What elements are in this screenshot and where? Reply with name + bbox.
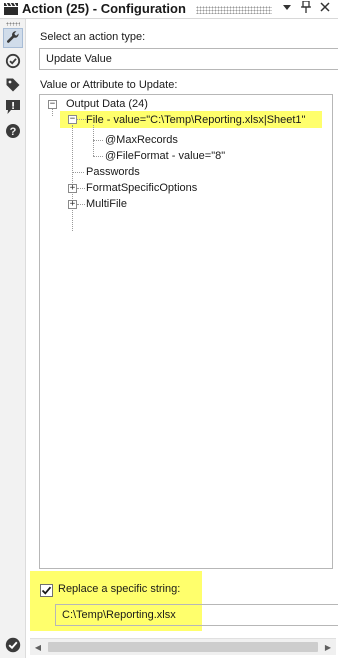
tree-line bbox=[77, 204, 85, 205]
tree-node-multifile[interactable]: MultiFile bbox=[86, 196, 127, 212]
tree-line bbox=[72, 125, 73, 231]
checkmark-icon bbox=[5, 637, 21, 653]
connection-icon bbox=[5, 53, 21, 69]
tree-line bbox=[93, 140, 103, 141]
tree-line bbox=[77, 188, 85, 189]
multifile-expander[interactable]: + bbox=[68, 200, 77, 209]
action-type-select[interactable]: Update Value bbox=[39, 48, 338, 70]
svg-text:?: ? bbox=[10, 126, 17, 138]
tree-line bbox=[72, 172, 84, 173]
help-tab[interactable]: ? bbox=[3, 121, 23, 141]
tree-node-fileformat[interactable]: @FileFormat - value="8" bbox=[105, 148, 225, 164]
action-type-value: Update Value bbox=[46, 53, 112, 65]
icon-rail: ? bbox=[0, 19, 26, 658]
value-attr-label: Value or Attribute to Update: bbox=[40, 79, 178, 91]
replace-label[interactable]: Replace a specific string: bbox=[58, 583, 180, 595]
metadata-tab[interactable] bbox=[3, 75, 23, 95]
tag-icon bbox=[6, 78, 20, 92]
close-icon[interactable] bbox=[317, 1, 333, 17]
tree-node-passwords[interactable]: Passwords bbox=[86, 164, 140, 180]
file-expander[interactable]: − bbox=[68, 115, 77, 124]
help-icon: ? bbox=[6, 124, 20, 138]
formatspecific-expander[interactable]: + bbox=[68, 184, 77, 193]
pin-icon[interactable] bbox=[298, 0, 314, 17]
configuration-tab[interactable] bbox=[3, 28, 23, 48]
dropdown-arrow-icon[interactable] bbox=[279, 1, 295, 17]
window-title: Action (25) - Configuration bbox=[22, 1, 186, 16]
checkmark-icon bbox=[41, 586, 52, 595]
replace-string-value: C:\Temp\Reporting.xlsx bbox=[62, 609, 176, 621]
tree-line bbox=[52, 108, 53, 116]
horizontal-scrollbar[interactable]: ◀ ▶ bbox=[30, 638, 336, 655]
action-type-label: Select an action type: bbox=[40, 31, 146, 43]
tree-node-file[interactable]: File - value="C:\Temp\Reporting.xlsx|She… bbox=[86, 112, 305, 128]
scroll-right-icon[interactable]: ▶ bbox=[320, 639, 336, 656]
rail-grip bbox=[6, 22, 20, 26]
clapper-icon bbox=[4, 3, 18, 15]
scroll-left-icon[interactable]: ◀ bbox=[30, 639, 46, 656]
value-tree[interactable]: − Output Data (24) − File - value="C:\Te… bbox=[39, 94, 333, 569]
tree-node-formatspecificoptions[interactable]: FormatSpecificOptions bbox=[86, 180, 197, 196]
tree-node-output-data[interactable]: Output Data (24) bbox=[66, 96, 148, 112]
scroll-thumb[interactable] bbox=[48, 642, 318, 652]
wrench-icon bbox=[6, 31, 19, 43]
tree-line bbox=[76, 119, 86, 120]
tree-node-maxrecords[interactable]: @MaxRecords bbox=[105, 132, 178, 148]
replace-checkbox[interactable] bbox=[40, 584, 53, 597]
title-bar: Action (25) - Configuration bbox=[0, 0, 338, 19]
title-grip[interactable] bbox=[196, 6, 272, 14]
message-icon bbox=[6, 100, 20, 114]
root-expander[interactable]: − bbox=[48, 100, 57, 109]
messages-tab[interactable] bbox=[3, 97, 23, 117]
tree-line bbox=[93, 156, 103, 157]
replace-string-input[interactable]: C:\Temp\Reporting.xlsx bbox=[55, 604, 338, 626]
annotation-tab[interactable] bbox=[3, 51, 23, 71]
